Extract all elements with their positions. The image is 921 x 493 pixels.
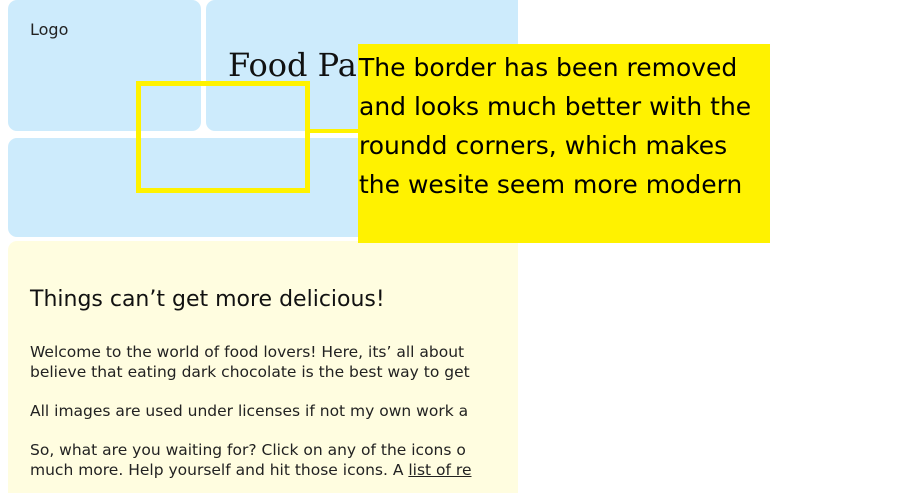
intro-paragraph: Welcome to the world of food lovers! Her… [30,342,470,382]
annotation-text: The border has been removed and looks mu… [359,48,751,204]
recipes-list-link[interactable]: list of re [408,461,471,479]
annotation-line: The border has been removed [359,53,738,82]
cta-line-1: So, what are you waiting for? Click on a… [30,441,466,459]
site-title: Food Pa [228,46,357,84]
annotation-line: the wesite seem more modern [359,170,743,199]
annotation-connector-line [305,129,359,133]
cta-paragraph: So, what are you waiting for? Click on a… [30,440,472,480]
annotation-line: roundd corners, which makes [359,131,728,160]
content-panel: Things can’t get more delicious! Welcome… [8,241,518,493]
annotation-highlight-box [136,81,310,193]
cta-line-2: much more. Help yourself and hit those i… [30,461,409,479]
logo[interactable]: Logo [30,20,68,39]
annotation-line: and looks much better with the [359,92,752,121]
intro-line-1: Welcome to the world of food lovers! Her… [30,343,465,361]
annotation-callout: The border has been removed and looks mu… [358,44,770,243]
intro-line-2: believe that eating dark chocolate is th… [30,363,470,381]
content-heading: Things can’t get more delicious! [30,287,385,312]
license-paragraph: All images are used under licenses if no… [30,402,469,420]
